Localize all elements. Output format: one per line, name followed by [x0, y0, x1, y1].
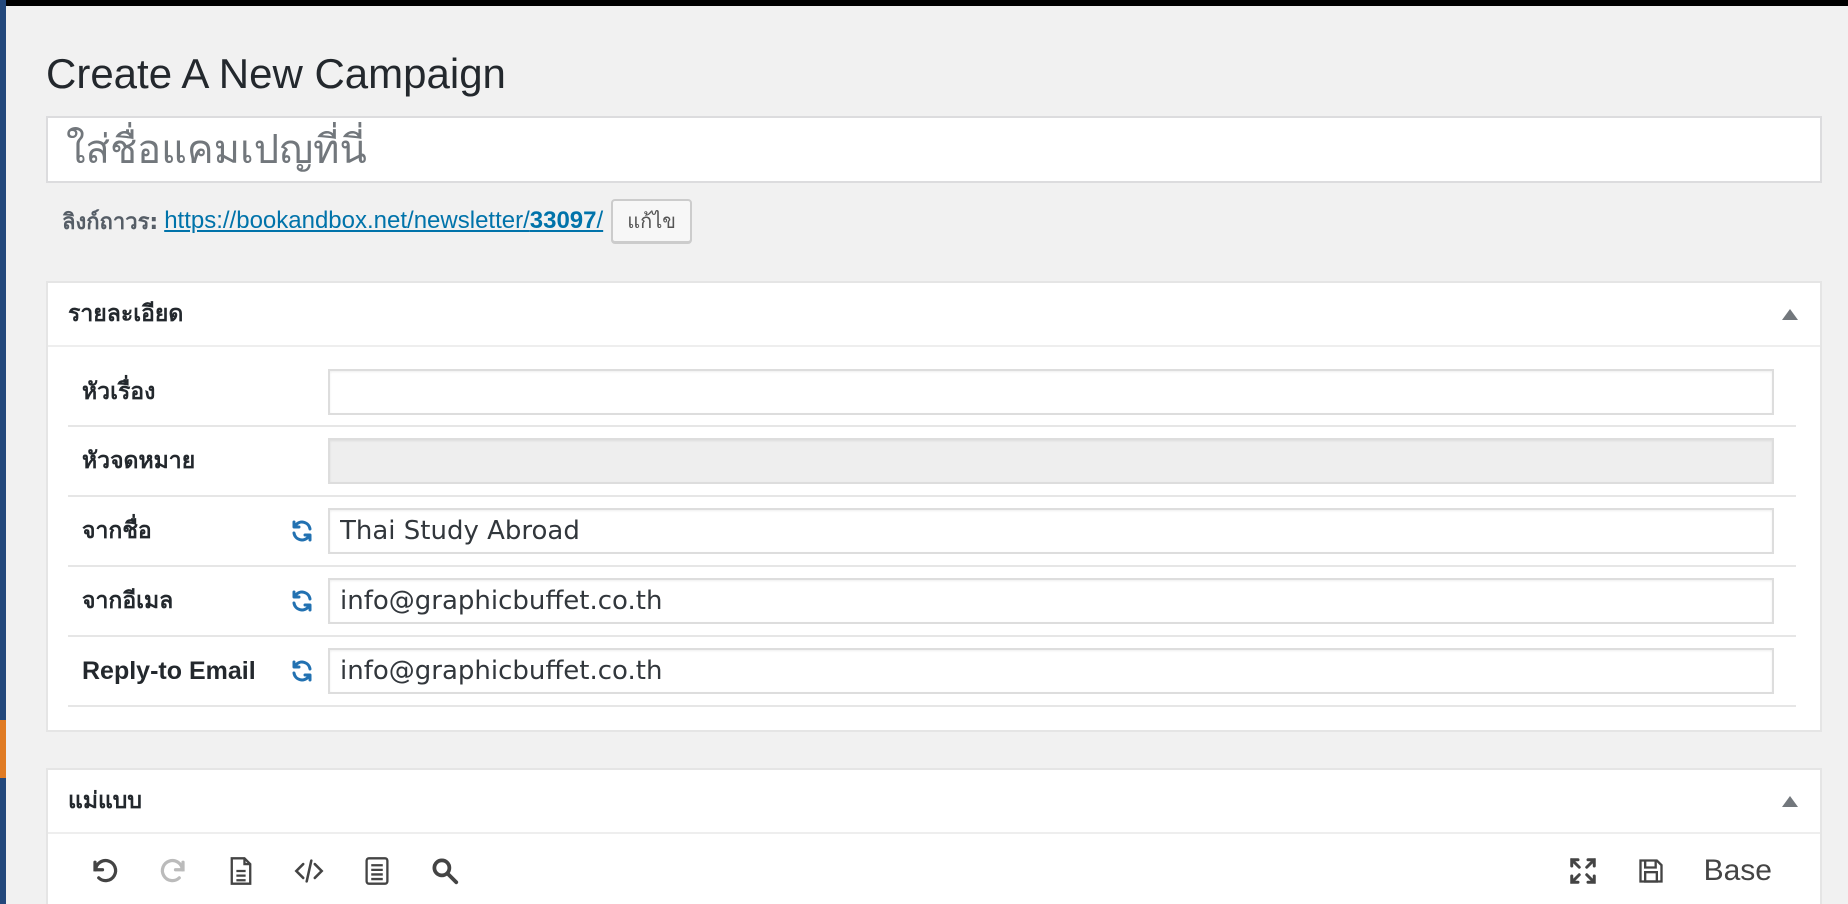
- reply-to-label: Reply-to Email: [82, 656, 256, 685]
- from-email-input[interactable]: [328, 578, 1774, 624]
- base-template-selector[interactable]: Base: [1704, 854, 1772, 888]
- from-email-label: จากอีเมล: [82, 588, 174, 614]
- template-heading: แม่แบบ: [68, 788, 143, 814]
- from-name-input[interactable]: [328, 508, 1774, 554]
- preheader-input: [328, 438, 1774, 484]
- subject-input[interactable]: [328, 369, 1774, 415]
- reply-to-row: Reply-to Email: [68, 637, 1796, 707]
- document-icon[interactable]: [226, 856, 256, 886]
- refresh-icon[interactable]: [276, 519, 328, 543]
- reply-to-input[interactable]: [328, 648, 1774, 694]
- undo-icon[interactable]: [90, 856, 120, 886]
- collapse-arrow-icon[interactable]: [1782, 308, 1798, 320]
- template-panel-header[interactable]: แม่แบบ: [48, 770, 1820, 834]
- toolbar-left-group: [90, 856, 460, 886]
- refresh-icon[interactable]: [276, 589, 328, 613]
- from-email-row: จากอีเมล: [68, 567, 1796, 637]
- save-icon[interactable]: [1636, 856, 1666, 886]
- from-name-row: จากชื่อ: [68, 497, 1796, 567]
- refresh-icon[interactable]: [276, 659, 328, 683]
- details-heading: รายละเอียด: [68, 301, 184, 327]
- permalink-label: ลิงก์ถาวร:: [62, 209, 159, 235]
- main-content: Create A New Campaign ลิงก์ถาวร: https:/…: [46, 6, 1822, 904]
- subject-row: หัวเรื่อง: [68, 359, 1796, 427]
- permalink-link[interactable]: https://bookandbox.net/newsletter/33097/: [164, 207, 603, 235]
- permalink-url-suffix: /: [596, 207, 604, 234]
- collapse-arrow-icon[interactable]: [1782, 795, 1798, 807]
- preheader-row: หัวจดหมาย: [68, 427, 1796, 497]
- details-form: หัวเรื่อง หัวจดหมาย จากชื่อ จากอีเมล: [48, 359, 1820, 707]
- page-title: Create A New Campaign: [46, 50, 506, 97]
- redo-icon[interactable]: [158, 856, 188, 886]
- fullscreen-icon[interactable]: [1568, 856, 1598, 886]
- details-panel: รายละเอียด หัวเรื่อง หัวจดหมาย จากชื่อ T…: [46, 281, 1822, 732]
- subject-label: หัวเรื่อง: [82, 379, 156, 405]
- template-toolbar: Base: [48, 834, 1820, 904]
- search-icon[interactable]: [430, 856, 460, 886]
- permalink-url-prefix: https://bookandbox.net/newsletter/: [164, 207, 530, 234]
- from-name-label: จากชื่อ: [82, 518, 152, 544]
- list-document-icon[interactable]: [362, 856, 392, 886]
- details-panel-header[interactable]: รายละเอียด: [48, 283, 1820, 347]
- code-icon[interactable]: [294, 856, 324, 886]
- permalink-row: ลิงก์ถาวร: https://bookandbox.net/newsle…: [46, 199, 1822, 243]
- preheader-label: หัวจดหมาย: [82, 448, 196, 474]
- admin-sidebar-tab[interactable]: [0, 720, 6, 778]
- permalink-slug: 33097: [529, 207, 597, 234]
- template-panel: แม่แบบ Base: [46, 768, 1822, 904]
- toolbar-right-group: Base: [1568, 854, 1772, 888]
- permalink-edit-button[interactable]: แก้ไข: [611, 199, 692, 243]
- campaign-name-input[interactable]: [46, 116, 1822, 183]
